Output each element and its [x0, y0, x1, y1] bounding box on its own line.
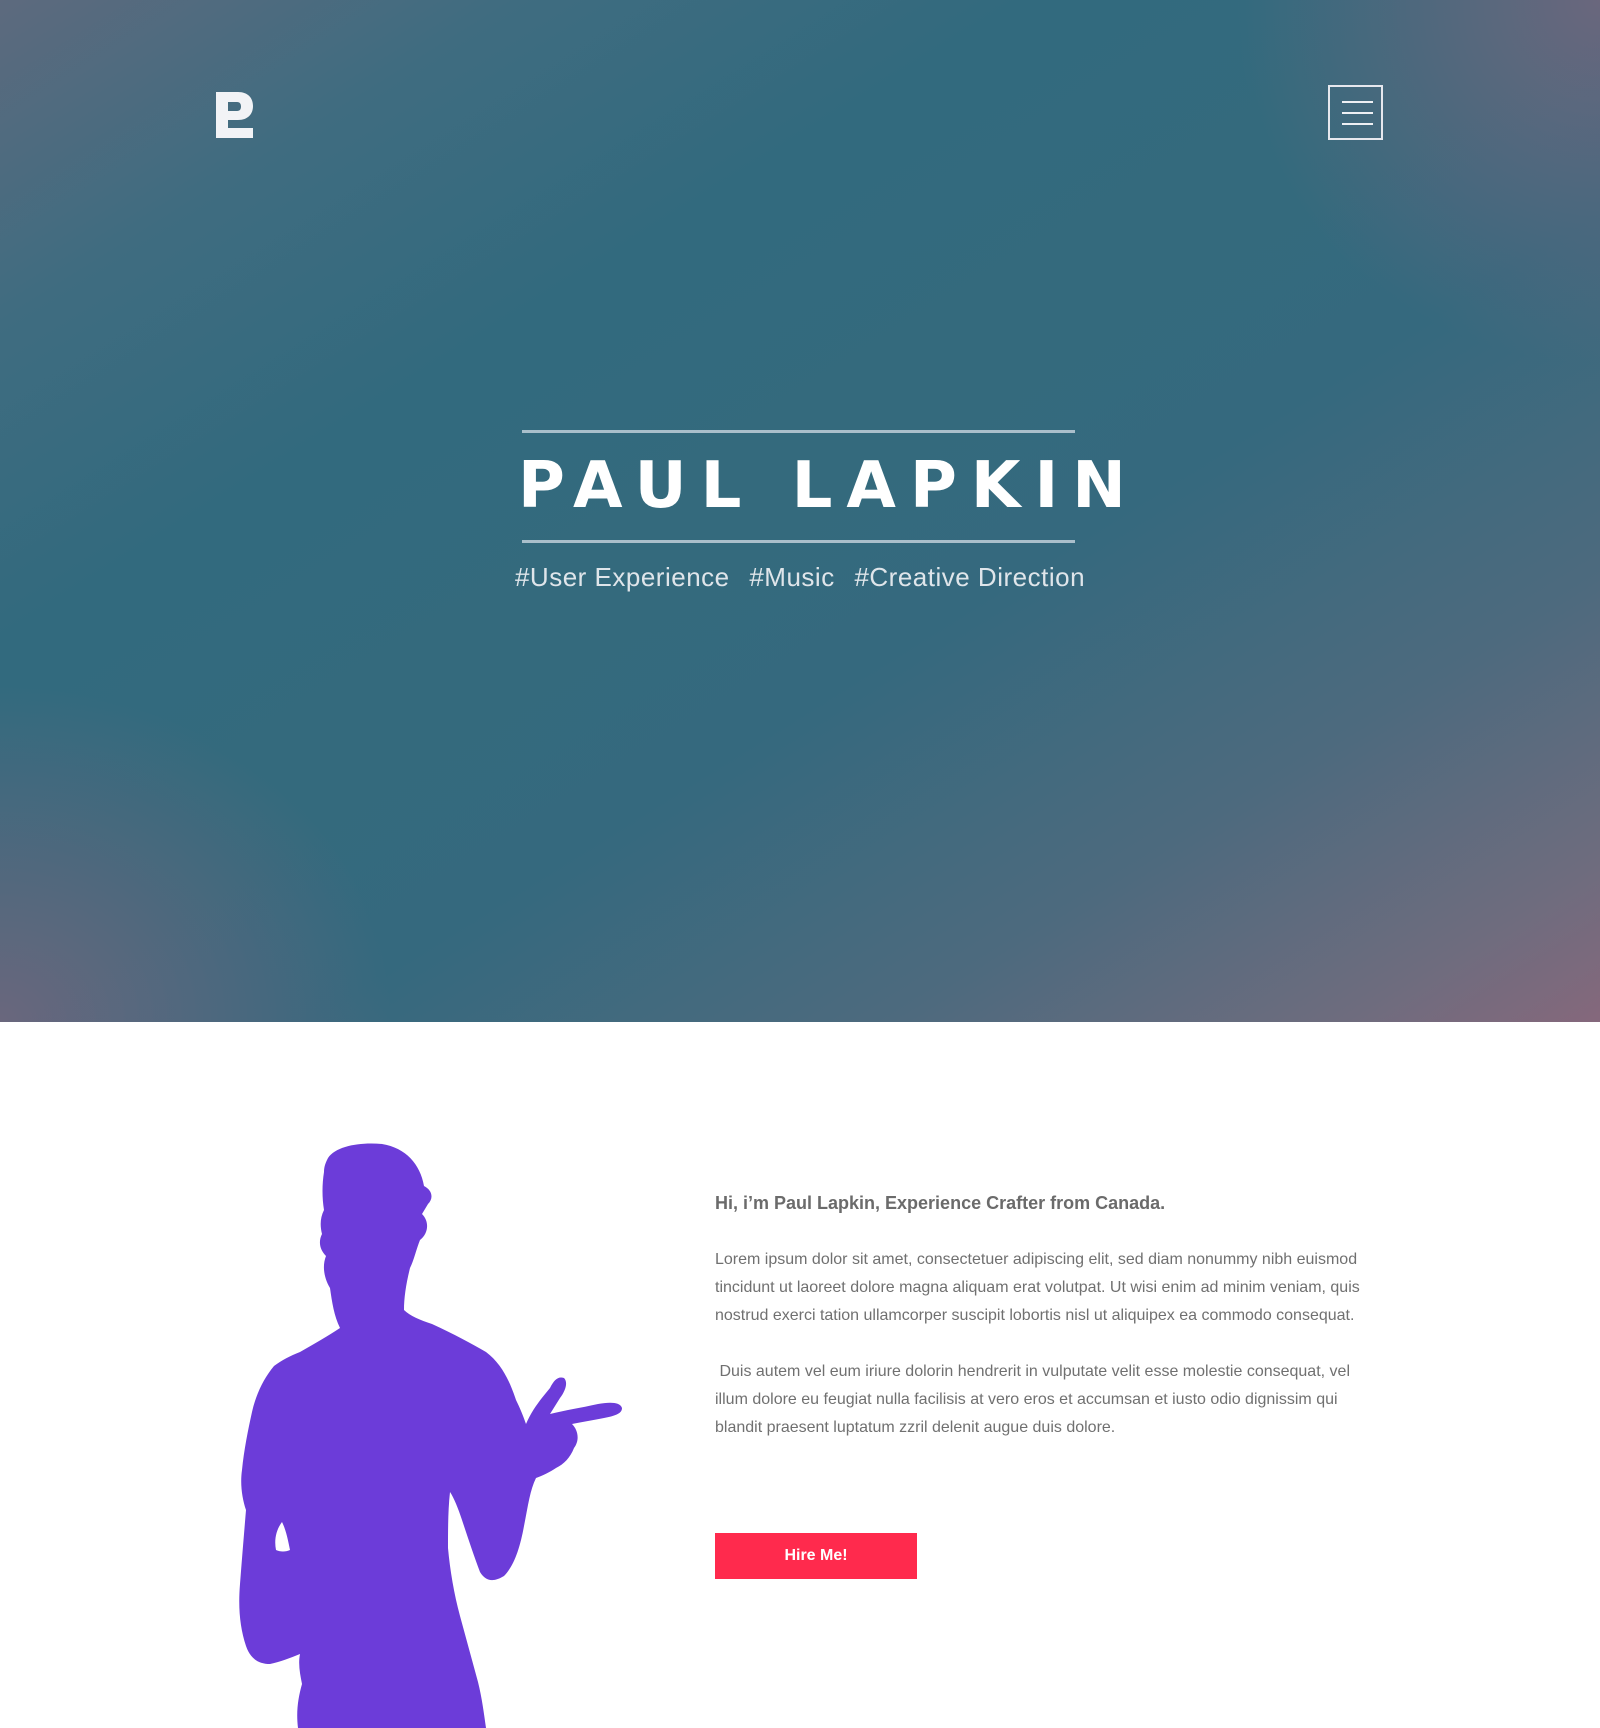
title-rule-bottom [522, 540, 1075, 543]
tag-creative-direction: #Creative Direction [854, 562, 1086, 592]
hero-tags: #User Experience #Music #Creative Direct… [500, 562, 1100, 593]
about-paragraph-1: Lorem ipsum dolor sit amet, consectetuer… [715, 1251, 1360, 1324]
hamburger-menu-icon-line [1342, 112, 1373, 114]
person-silhouette-image [239, 1143, 622, 1728]
tag-music: #Music [749, 562, 835, 592]
logo-icon[interactable] [216, 92, 254, 138]
about-heading: Hi, i’m Paul Lapkin, Experience Crafter … [715, 1193, 1166, 1213]
about-section: Hi, i’m Paul Lapkin, Experience Crafter … [0, 1022, 1600, 1728]
tag-user-experience: #User Experience [514, 562, 730, 592]
hire-me-button[interactable]: Hire Me! [715, 1533, 917, 1579]
hamburger-menu-icon-line [1342, 123, 1373, 125]
menu-button[interactable] [1328, 85, 1383, 140]
hamburger-menu-icon [1342, 101, 1373, 103]
p-monogram-icon [216, 92, 253, 138]
about-paragraph-2: Duis autem vel eum iriure dolorin hendre… [715, 1363, 1355, 1436]
title-rule-top [522, 430, 1075, 433]
about-text-block: Hi, i’m Paul Lapkin, Experience Crafter … [715, 1190, 1395, 1470]
hero-section: PAUL LAPKIN #User Experience #Music #Cre… [0, 0, 1600, 1022]
hero-name: PAUL LAPKIN [518, 449, 1140, 523]
